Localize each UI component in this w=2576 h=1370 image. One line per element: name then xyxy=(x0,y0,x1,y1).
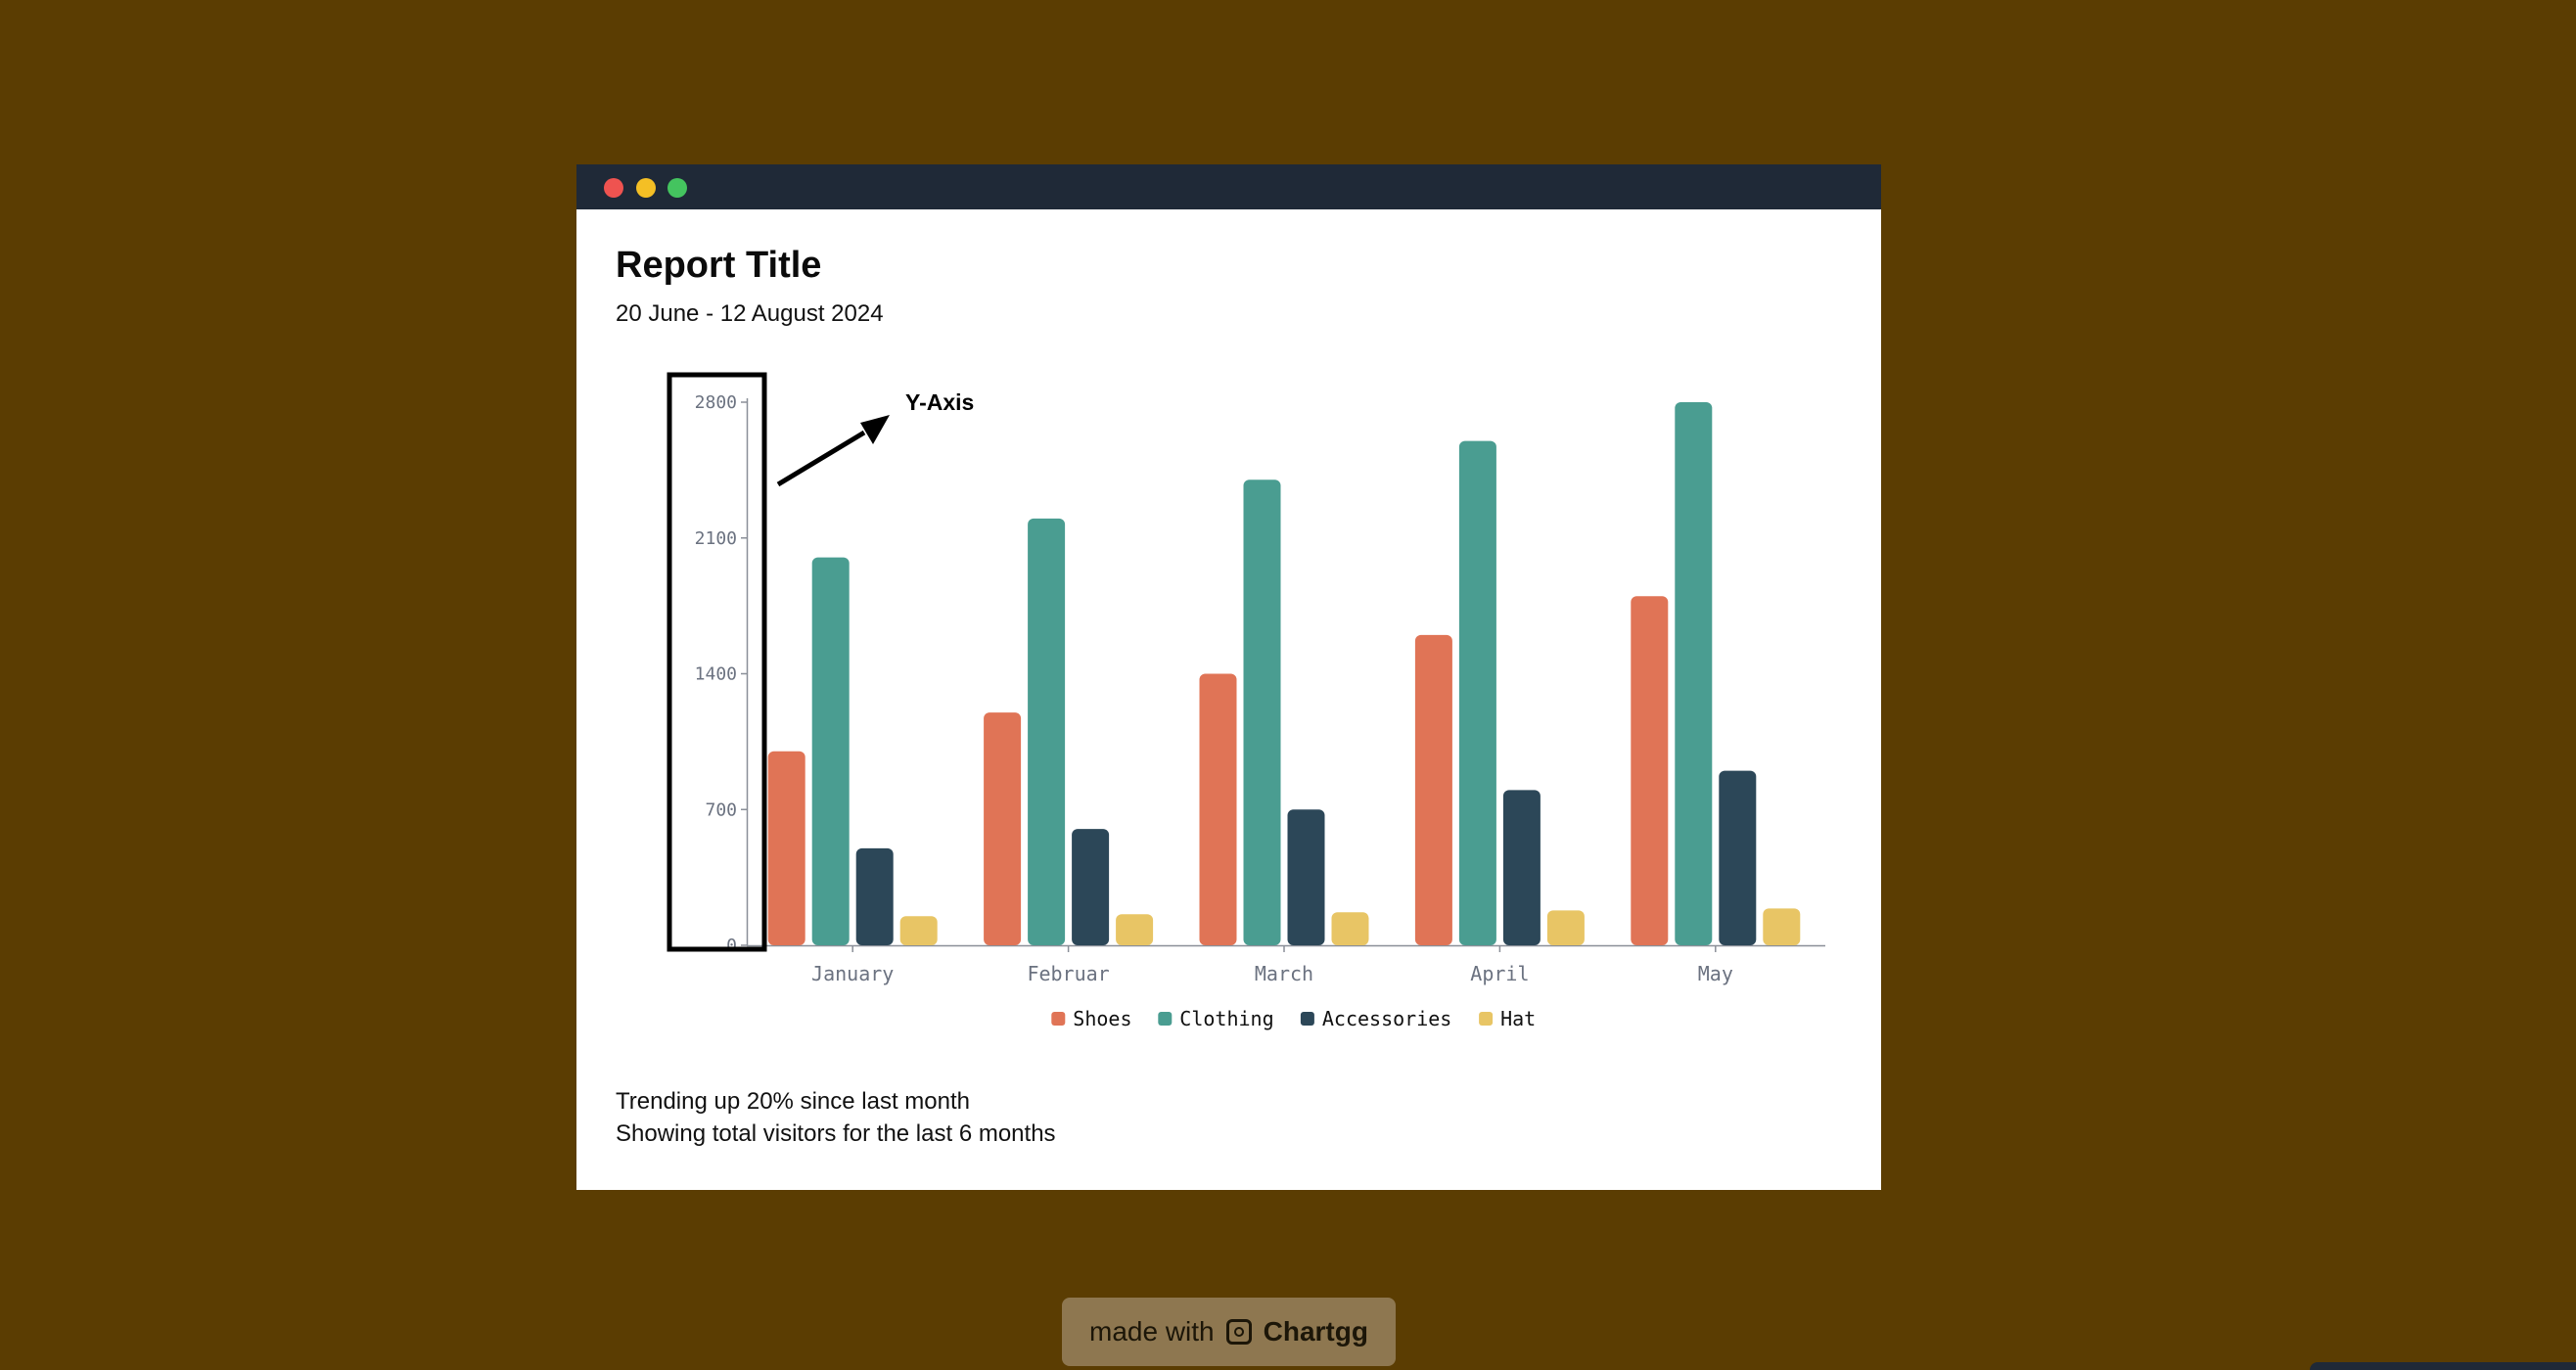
legend-label-shoes: Shoes xyxy=(1073,1007,1131,1030)
legend-swatch-accessories xyxy=(1300,1012,1314,1026)
annotation-y-axis-label: Y-Axis xyxy=(905,389,974,415)
summary-text: Showing total visitors for the last 6 mo… xyxy=(616,1120,1056,1147)
bar-clothing-februar xyxy=(1028,518,1066,945)
x-tick-label: January xyxy=(811,962,894,985)
annotation-arrow-line xyxy=(776,430,866,487)
made-with-badge[interactable]: made with Chartgg xyxy=(1062,1298,1396,1366)
bar-accessories-january xyxy=(855,847,894,945)
bar-clothing-january xyxy=(811,557,850,945)
y-axis-highlight-box xyxy=(667,372,767,952)
bar-accessories-march xyxy=(1287,809,1325,945)
trend-text: Trending up 20% since last month xyxy=(616,1088,970,1115)
bar-accessories-april xyxy=(1502,790,1541,945)
bar-shoes-may xyxy=(1631,596,1669,945)
bar-accessories-februar xyxy=(1072,829,1110,945)
bar-hat-februar xyxy=(1116,914,1154,945)
bar-clothing-may xyxy=(1675,402,1713,945)
y-tick-label: 2100 xyxy=(695,528,737,549)
made-with-label: made with xyxy=(1089,1316,1215,1347)
bar-accessories-may xyxy=(1719,770,1757,945)
bar-hat-april xyxy=(1546,910,1585,945)
bar-shoes-january xyxy=(767,751,805,945)
bar-clothing-march xyxy=(1243,480,1281,945)
annotation-arrow-head xyxy=(860,415,890,444)
bar-shoes-februar xyxy=(984,712,1022,945)
bar-hat-may xyxy=(1763,908,1801,945)
bar-hat-march xyxy=(1331,912,1369,945)
report-window: Report Title 20 June - 12 August 2024 07… xyxy=(576,164,1881,1190)
chartgg-logo-icon xyxy=(1225,1319,1252,1345)
legend-label-hat: Hat xyxy=(1500,1007,1536,1030)
bar-hat-january xyxy=(899,916,938,945)
x-tick-label: May xyxy=(1698,962,1733,985)
bar-shoes-april xyxy=(1414,634,1452,945)
x-tick-label: March xyxy=(1255,962,1313,985)
bar-shoes-march xyxy=(1199,673,1237,945)
corner-toolbar xyxy=(2310,1362,2576,1370)
y-tick-label: 2800 xyxy=(695,392,737,413)
legend-swatch-shoes xyxy=(1051,1012,1066,1026)
legend-label-clothing: Clothing xyxy=(1179,1007,1273,1030)
legend-label-accessories: Accessories xyxy=(1322,1007,1451,1030)
brand-name: Chartgg xyxy=(1263,1316,1368,1347)
bar-chart: 0 700 1400 2100 2800 January Februar March April… xyxy=(667,372,1825,1030)
y-tick-label: 700 xyxy=(705,799,737,820)
legend-swatch-clothing xyxy=(1158,1012,1173,1026)
y-tick-label: 0 xyxy=(726,936,737,956)
legend-swatch-hat xyxy=(1479,1012,1494,1026)
x-tick-label: Februar xyxy=(1027,962,1109,985)
y-tick-label: 1400 xyxy=(695,664,737,685)
bar-clothing-april xyxy=(1458,440,1496,946)
x-tick-label: April xyxy=(1470,962,1529,985)
